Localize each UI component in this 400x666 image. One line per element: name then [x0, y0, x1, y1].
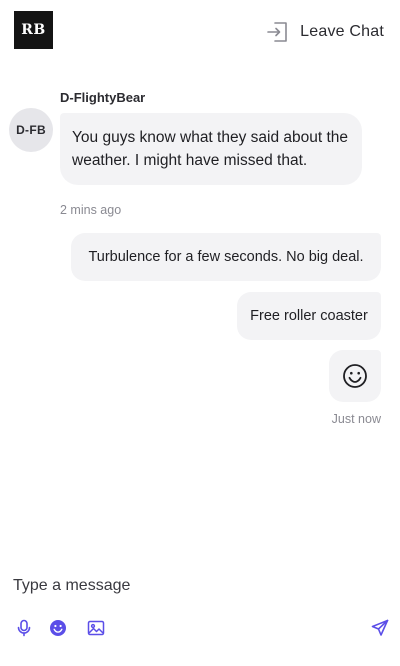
incoming-message-text: You guys know what they said about the w…	[72, 129, 349, 169]
outgoing-emoji-bubble	[329, 350, 381, 402]
app-logo: RB	[14, 11, 53, 49]
microphone-button[interactable]	[15, 619, 33, 637]
outgoing-message-bubble: Free roller coaster	[237, 292, 381, 340]
message-input[interactable]	[12, 572, 384, 600]
send-icon	[371, 619, 389, 636]
send-button[interactable]	[371, 619, 389, 637]
outgoing-message-text: Free roller coaster	[250, 308, 368, 324]
leave-chat-button[interactable]: Leave Chat	[266, 20, 384, 44]
avatar-initials: D-FB	[16, 123, 46, 137]
avatar: D-FB	[9, 108, 53, 152]
smiley-face-icon	[343, 364, 367, 388]
sender-name: D-FlightyBear	[60, 90, 146, 105]
outgoing-message-timestamp: Just now	[331, 412, 381, 426]
outgoing-message-text: Turbulence for a few seconds. No big dea…	[88, 249, 364, 265]
leave-chat-label: Leave Chat	[300, 23, 384, 40]
outgoing-message-bubble: Turbulence for a few seconds. No big dea…	[71, 233, 381, 281]
exit-icon	[267, 22, 287, 42]
image-upload-button[interactable]	[87, 619, 105, 637]
emoji-icon	[50, 620, 66, 636]
incoming-message-bubble: You guys know what they said about the w…	[60, 113, 362, 185]
emoji-button[interactable]	[49, 619, 67, 637]
image-icon	[87, 620, 105, 636]
logo-text: RB	[21, 22, 46, 38]
incoming-message-timestamp: 2 mins ago	[60, 203, 122, 217]
microphone-icon	[17, 619, 31, 637]
